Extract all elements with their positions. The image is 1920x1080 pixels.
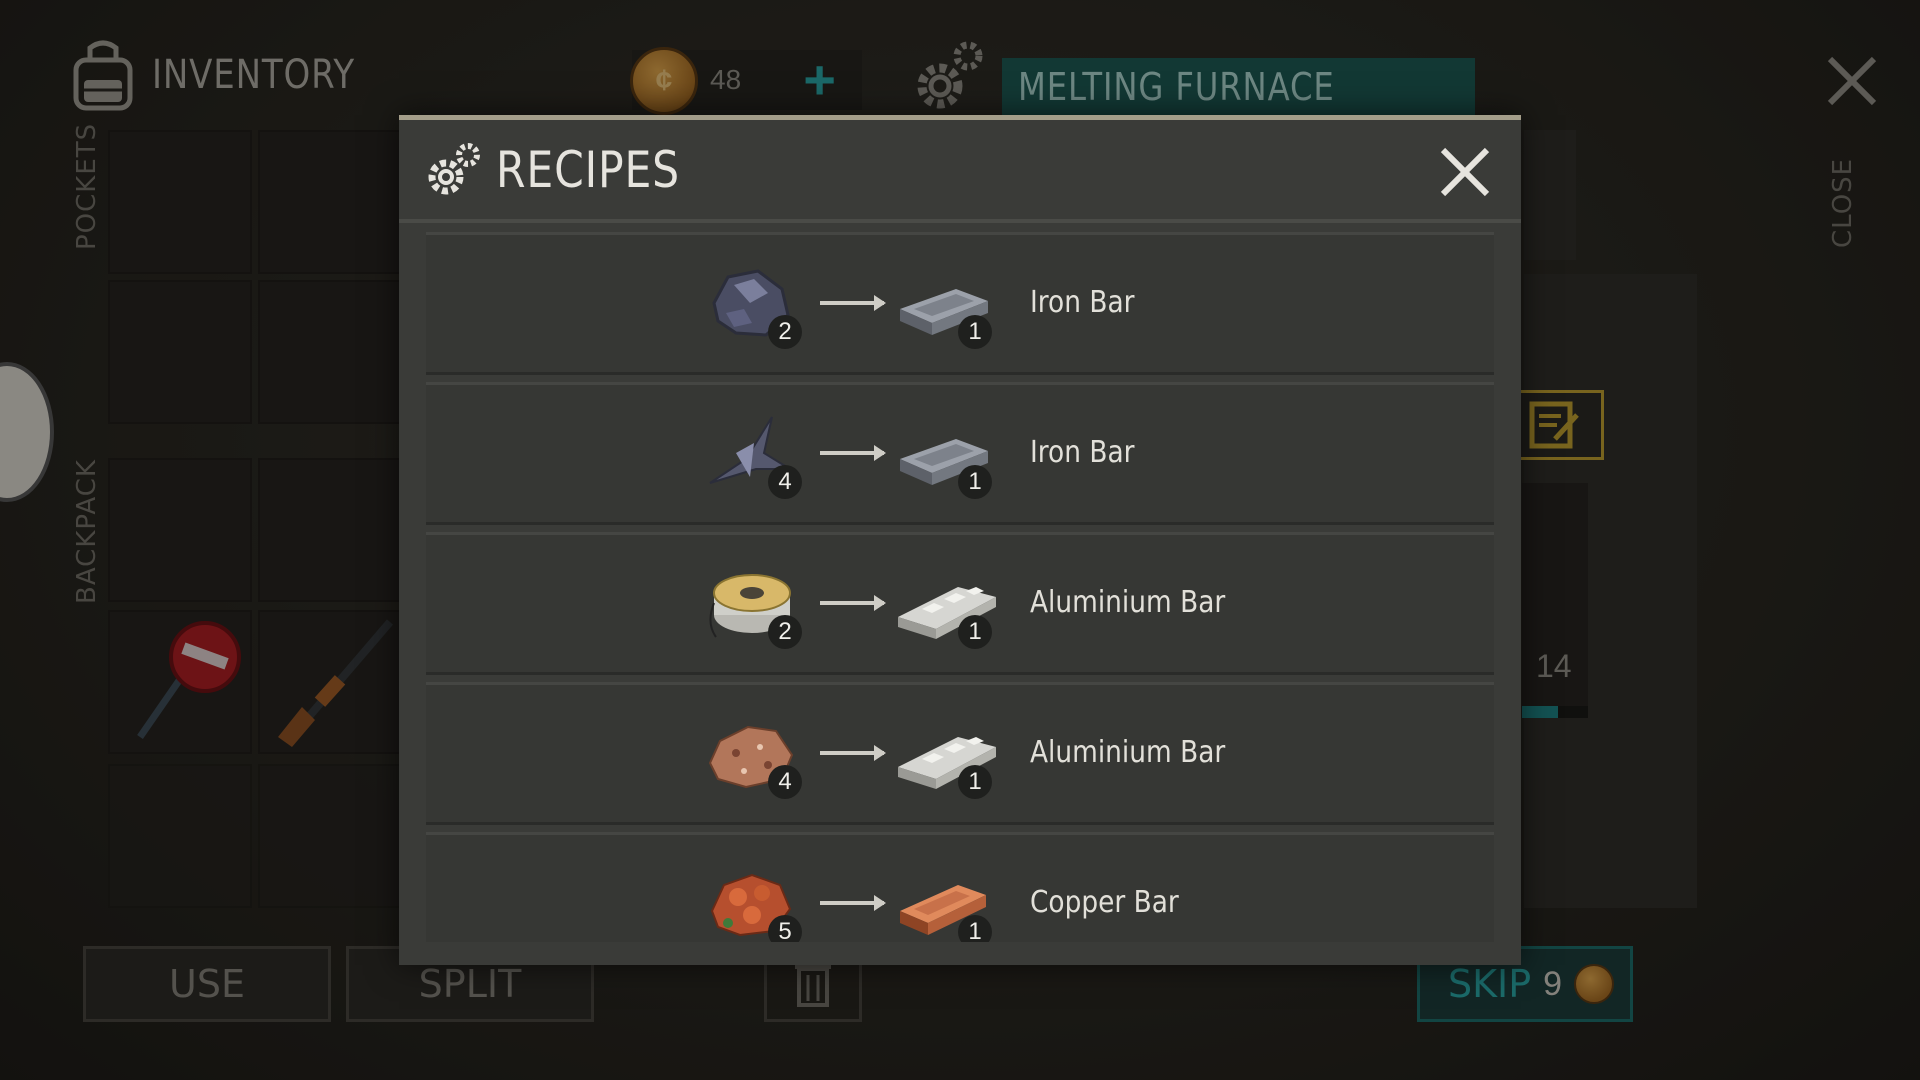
arrow-right-icon xyxy=(820,595,886,611)
recipe-input: 2 xyxy=(706,263,802,349)
close-icon xyxy=(1440,147,1490,197)
recipe-name: Aluminium Bar xyxy=(1030,585,1226,620)
output-count-badge: 1 xyxy=(958,765,992,799)
input-count-badge: 2 xyxy=(768,315,802,349)
recipe-name: Iron Bar xyxy=(1030,435,1135,470)
recipe-row[interactable]: 4 1 Iron Bar xyxy=(426,382,1494,525)
modal-header: RECIPES xyxy=(399,120,1521,223)
output-count-badge: 1 xyxy=(958,465,992,499)
input-count-badge: 5 xyxy=(768,915,802,942)
recipe-row[interactable]: 2 1 Aluminium Bar xyxy=(426,532,1494,675)
recipe-input: 5 xyxy=(706,863,802,942)
input-count-badge: 4 xyxy=(768,465,802,499)
output-count-badge: 1 xyxy=(958,615,992,649)
recipe-output: 1 xyxy=(896,863,1000,942)
recipe-output: 1 xyxy=(896,413,1000,499)
output-count-badge: 1 xyxy=(958,315,992,349)
arrow-right-icon xyxy=(820,295,886,311)
arrow-right-icon xyxy=(820,745,886,761)
recipe-output: 1 xyxy=(896,563,1000,649)
recipe-name: Iron Bar xyxy=(1030,285,1135,320)
recipe-output: 1 xyxy=(896,713,1000,799)
input-count-badge: 2 xyxy=(768,615,802,649)
recipe-list[interactable]: 2 1 Iron Bar 4 1 Iron Bar 2 1 Aluminium … xyxy=(426,232,1494,942)
recipe-output: 1 xyxy=(896,263,1000,349)
output-count-badge: 1 xyxy=(958,915,992,942)
arrow-right-icon xyxy=(820,445,886,461)
recipe-name: Copper Bar xyxy=(1030,885,1179,920)
recipe-row[interactable]: 2 1 Iron Bar xyxy=(426,232,1494,375)
arrow-right-icon xyxy=(820,895,886,911)
recipe-row[interactable]: 4 1 Aluminium Bar xyxy=(426,682,1494,825)
modal-title: RECIPES xyxy=(496,140,681,199)
recipes-modal: RECIPES 2 1 Iron Bar 4 1 Iron Bar 2 1 Al… xyxy=(399,115,1521,965)
recipe-input: 4 xyxy=(706,713,802,799)
modal-close-button[interactable] xyxy=(1437,144,1493,200)
gears-icon xyxy=(428,142,480,194)
recipe-row[interactable]: 5 1 Copper Bar xyxy=(426,832,1494,942)
recipe-input: 2 xyxy=(706,563,802,649)
recipe-name: Aluminium Bar xyxy=(1030,735,1226,770)
recipe-input: 4 xyxy=(706,413,802,499)
input-count-badge: 4 xyxy=(768,765,802,799)
